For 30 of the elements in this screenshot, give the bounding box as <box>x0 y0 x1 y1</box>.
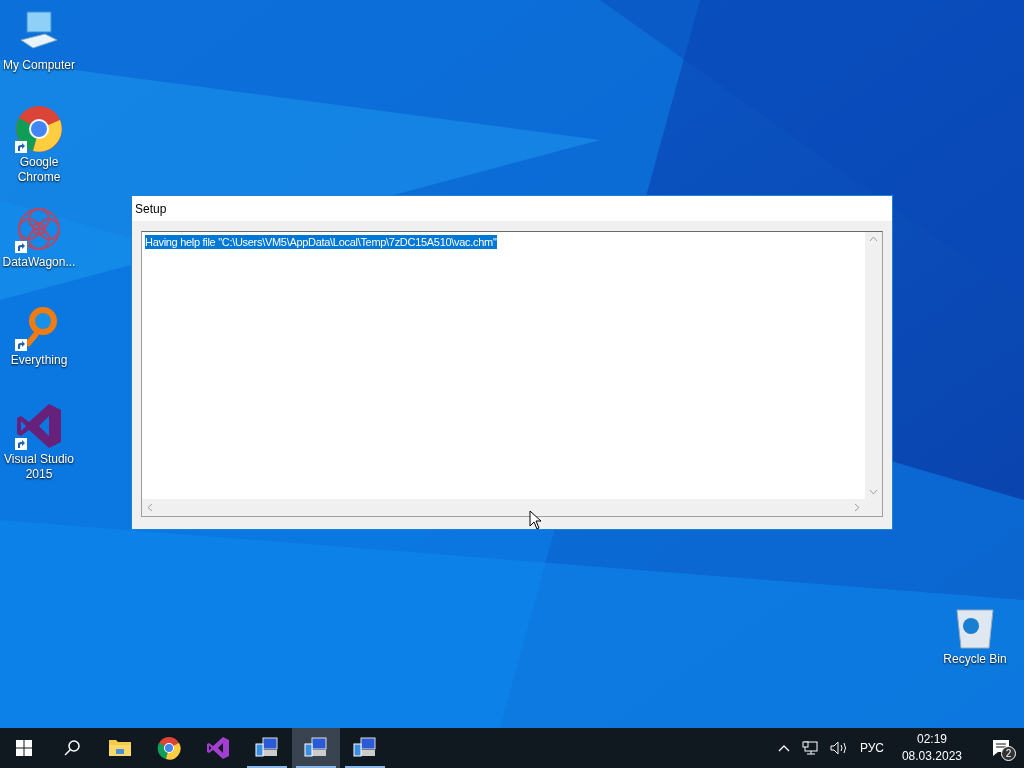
icon-label[interactable]: Everything <box>10 353 68 368</box>
shortcut-arrow-icon <box>15 438 27 450</box>
network-icon[interactable] <box>801 741 818 755</box>
icon-label[interactable]: DataWagon... <box>2 255 76 270</box>
computer-installer-icon <box>255 736 279 760</box>
icon-label[interactable]: Visual Studio 2015 <box>0 452 81 482</box>
language-indicator[interactable]: РУС <box>859 739 884 757</box>
window-title: Setup <box>135 200 167 218</box>
clock-date: 08.03.2023 <box>901 748 962 765</box>
infinity-logo-icon <box>206 736 230 760</box>
shortcut-arrow-icon <box>15 339 27 351</box>
computer-installer-icon <box>304 736 328 760</box>
search-icon <box>64 740 80 756</box>
icon-label[interactable]: Recycle Bin <box>943 652 1007 667</box>
chevron-up-icon[interactable] <box>777 744 790 752</box>
flower-pattern-icon[interactable] <box>15 205 63 253</box>
chrome-icon <box>157 736 181 760</box>
icon-label[interactable]: Google Chrome <box>0 155 81 185</box>
shortcut-arrow-icon <box>15 241 27 253</box>
chrome-icon[interactable] <box>15 105 63 153</box>
icon-label[interactable]: My Computer <box>3 58 75 73</box>
taskbar-button[interactable] <box>292 728 340 768</box>
infinity-logo-icon[interactable] <box>15 402 63 450</box>
shortcut-arrow-icon <box>15 141 27 153</box>
clock[interactable]: 02:19 08.03.2023 <box>895 731 968 765</box>
clock-time: 02:19 <box>916 731 947 748</box>
speaker-icon[interactable] <box>829 741 848 755</box>
windows-logo-icon <box>16 740 32 756</box>
notification-count: 2 <box>1001 746 1016 761</box>
computer-installer-icon <box>353 736 377 760</box>
